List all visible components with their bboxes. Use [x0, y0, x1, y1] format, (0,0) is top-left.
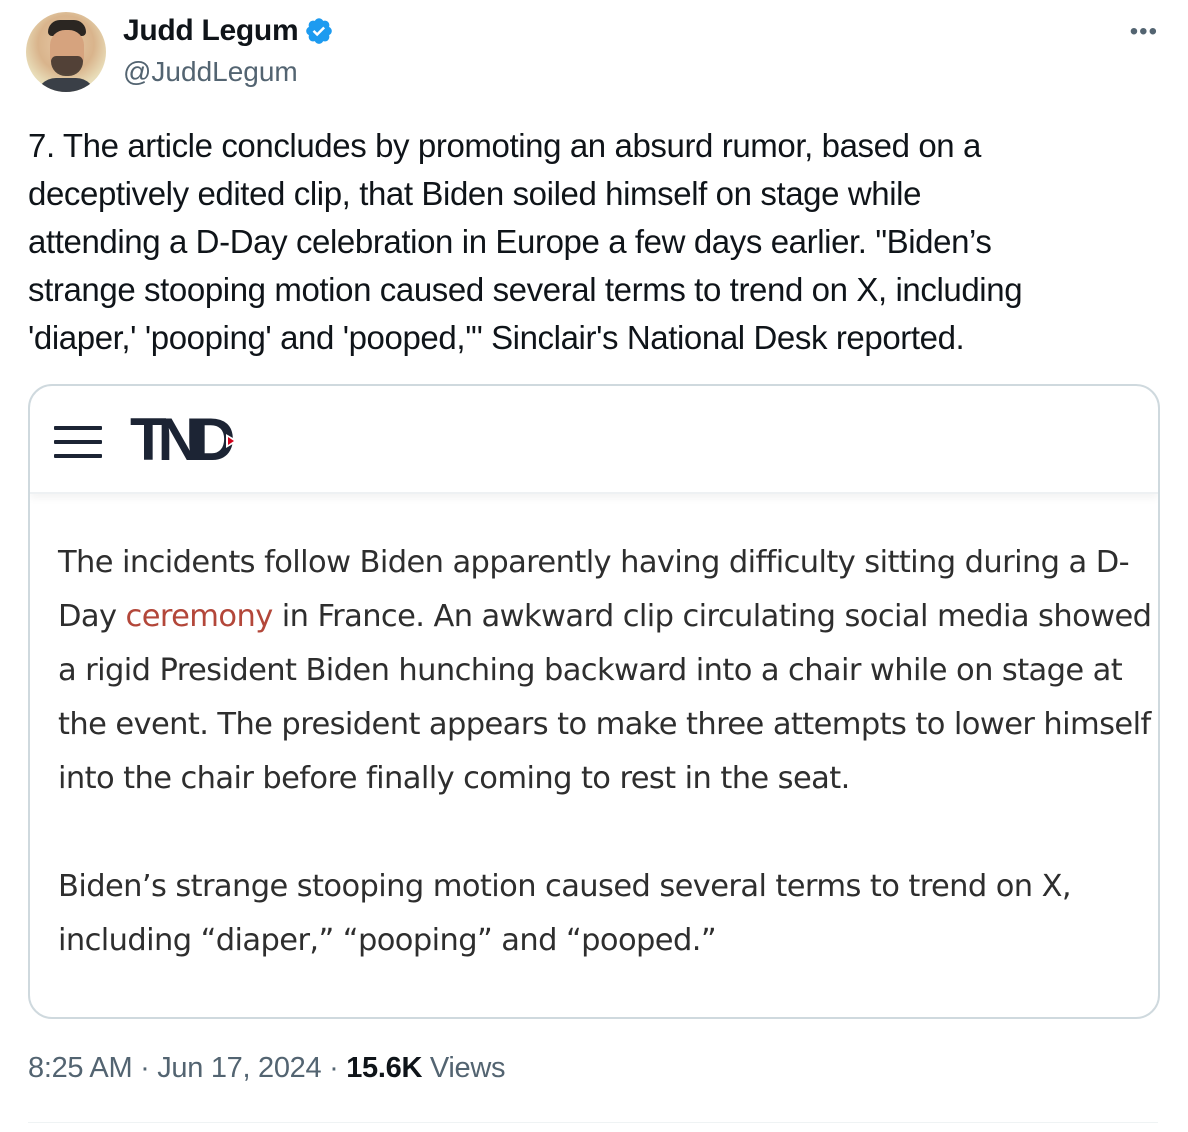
meta-separator: · — [329, 1052, 339, 1084]
author-name-row: Judd Legum — [123, 14, 334, 48]
views-count[interactable]: 15.6K — [346, 1052, 422, 1084]
site-header: TND — [30, 386, 1158, 494]
hamburger-menu-icon — [54, 426, 102, 460]
author-avatar[interactable] — [26, 12, 106, 92]
article-paragraph-1: The incidents follow Biden apparently ha… — [58, 536, 1158, 806]
svg-text:TND: TND — [130, 408, 233, 470]
tnd-logo: TND — [130, 408, 242, 470]
article-paragraph-2: Biden’s strange stooping motion caused s… — [58, 869, 1072, 958]
author-display-name[interactable]: Judd Legum — [123, 14, 299, 48]
article-excerpt: The incidents follow Biden apparently ha… — [58, 536, 1158, 968]
author-handle[interactable]: @JuddLegum — [123, 56, 298, 88]
verified-badge-icon[interactable] — [304, 16, 334, 46]
divider — [28, 1122, 1158, 1123]
tweet-meta: 8:25 AM · Jun 17, 2024 · 15.6K Views — [28, 1052, 506, 1085]
tweet-time[interactable]: 8:25 AM — [28, 1052, 133, 1084]
avatar-beard — [51, 56, 83, 76]
avatar-shirt — [36, 78, 96, 92]
tweet-text: 7. The article concludes by promoting an… — [28, 127, 1023, 356]
meta-separator: · — [140, 1052, 150, 1084]
more-horizontal-icon[interactable]: ••• — [1130, 18, 1158, 46]
views-label: Views — [429, 1052, 506, 1084]
embedded-image[interactable]: TND The incidents follow Biden apparentl… — [28, 384, 1160, 1019]
ceremony-link: ceremony — [125, 599, 274, 634]
tweet-date[interactable]: Jun 17, 2024 — [157, 1052, 321, 1084]
